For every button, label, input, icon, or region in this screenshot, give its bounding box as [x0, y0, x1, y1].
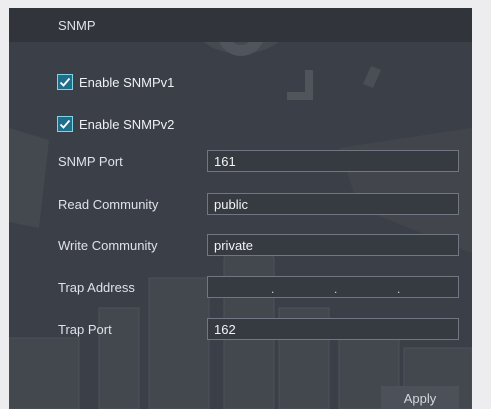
write-community-label: Write Community [58, 238, 158, 253]
snmp-port-input[interactable] [207, 150, 459, 172]
trap-port-input[interactable] [207, 318, 459, 340]
enable-snmpv2-label: Enable SNMPv2 [79, 116, 175, 132]
enable-snmpv1-label: Enable SNMPv1 [79, 74, 175, 90]
window-title: SNMP [58, 18, 96, 33]
apply-button[interactable]: Apply [381, 386, 459, 409]
trap-port-label: Trap Port [58, 322, 112, 337]
trap-address-input[interactable]: . . . [207, 276, 459, 298]
read-community-input[interactable] [207, 193, 459, 215]
trap-address-label: Trap Address [58, 280, 135, 295]
enable-snmpv2-checkbox[interactable] [57, 116, 73, 132]
snmp-port-label: SNMP Port [58, 154, 123, 169]
enable-snmpv1-checkbox[interactable] [57, 74, 73, 90]
read-community-label: Read Community [58, 197, 159, 212]
write-community-input[interactable] [207, 234, 459, 256]
title-bar: SNMP [9, 8, 472, 42]
ip-separator: . [334, 282, 338, 296]
ip-separator: . [397, 282, 401, 296]
enable-snmpv1-row[interactable]: Enable SNMPv1 [57, 72, 174, 92]
snmp-settings-window: SNMP Enable SNMPv1 Enable SNMPv2 SNMP Po… [9, 8, 472, 409]
checkmark-icon [59, 119, 71, 129]
checkmark-icon [59, 77, 71, 87]
ip-separator: . [271, 282, 275, 296]
enable-snmpv2-row[interactable]: Enable SNMPv2 [57, 114, 174, 134]
